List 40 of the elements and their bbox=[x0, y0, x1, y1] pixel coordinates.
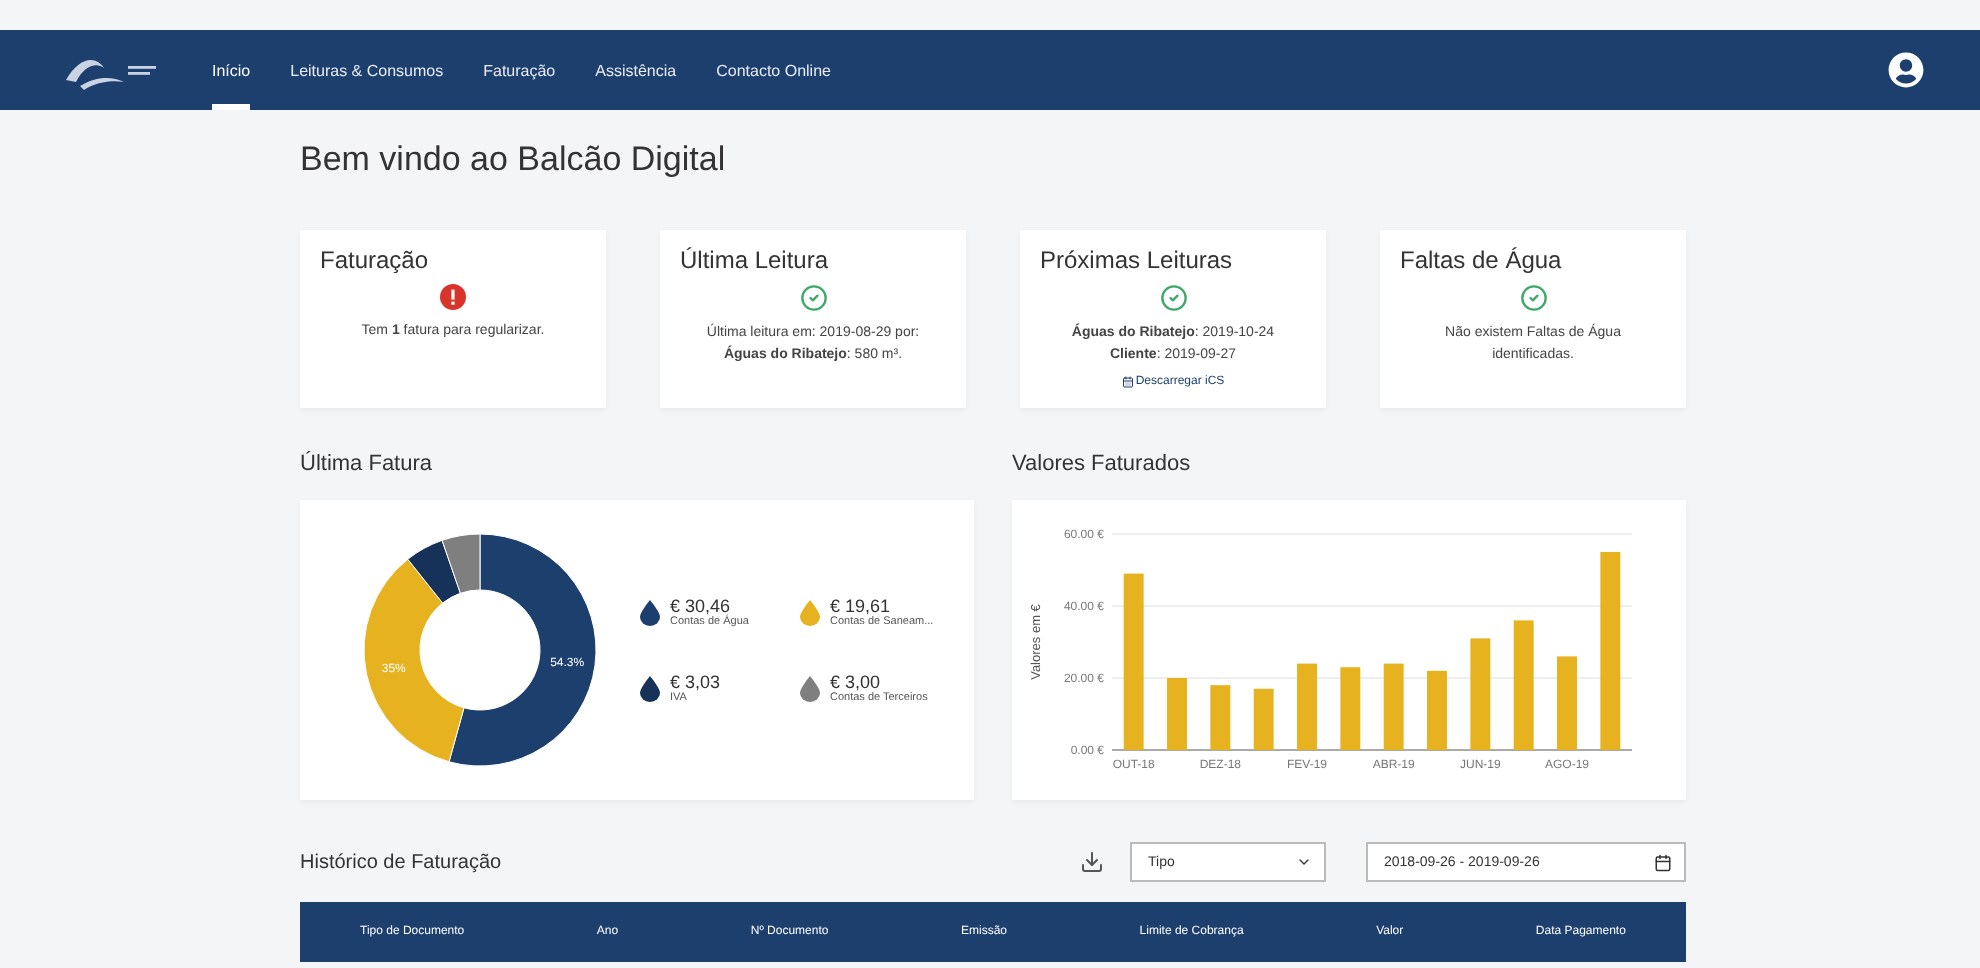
alert-icon bbox=[440, 284, 466, 310]
card-title: Faltas de Água bbox=[1400, 246, 1562, 274]
check-icon bbox=[1159, 284, 1187, 312]
calendar-icon[interactable] bbox=[1654, 853, 1672, 871]
bar bbox=[1253, 688, 1274, 750]
bar bbox=[1470, 638, 1491, 750]
drop-icon bbox=[800, 675, 820, 701]
card-title: Próximas Leituras bbox=[1040, 246, 1233, 274]
calendar-icon bbox=[1121, 376, 1134, 388]
check-icon bbox=[1519, 284, 1547, 312]
user-account-icon[interactable] bbox=[1888, 52, 1924, 88]
check-icon bbox=[799, 284, 827, 312]
page-title: Bem vindo ao Balcão Digital bbox=[300, 140, 728, 180]
legend-amount: € 30,46 bbox=[670, 596, 731, 616]
card-title: Faturação bbox=[320, 246, 429, 274]
drop-icon bbox=[640, 599, 660, 625]
bar bbox=[1340, 667, 1361, 750]
nav-link[interactable]: Leituras & Consumos bbox=[290, 30, 444, 110]
card-title: Última Leitura bbox=[680, 246, 829, 274]
nav-link[interactable]: Contacto Online bbox=[716, 30, 831, 110]
bar bbox=[1427, 670, 1447, 750]
drop-icon bbox=[640, 675, 660, 701]
section-title: Última Fatura bbox=[300, 452, 435, 476]
bar bbox=[1167, 678, 1187, 750]
bar bbox=[1210, 685, 1231, 750]
nav-link[interactable]: Início bbox=[212, 30, 251, 110]
bar bbox=[1383, 663, 1404, 750]
drop-icon bbox=[800, 599, 820, 625]
legend-amount: € 3,03 bbox=[670, 672, 721, 692]
caret-icon bbox=[1296, 854, 1312, 870]
bar bbox=[1513, 620, 1534, 750]
nav-link[interactable]: Assistência bbox=[595, 30, 677, 110]
download-icon[interactable] bbox=[1080, 850, 1104, 874]
section-title: Valores Faturados bbox=[1012, 452, 1193, 476]
legend-amount: € 3,00 bbox=[830, 672, 883, 692]
bar bbox=[1557, 656, 1577, 750]
section-title: Histórico de Faturação bbox=[300, 851, 504, 873]
legend-amount: € 19,61 bbox=[830, 596, 893, 616]
nav-link[interactable]: Faturação bbox=[483, 30, 556, 110]
bar bbox=[1297, 663, 1317, 750]
